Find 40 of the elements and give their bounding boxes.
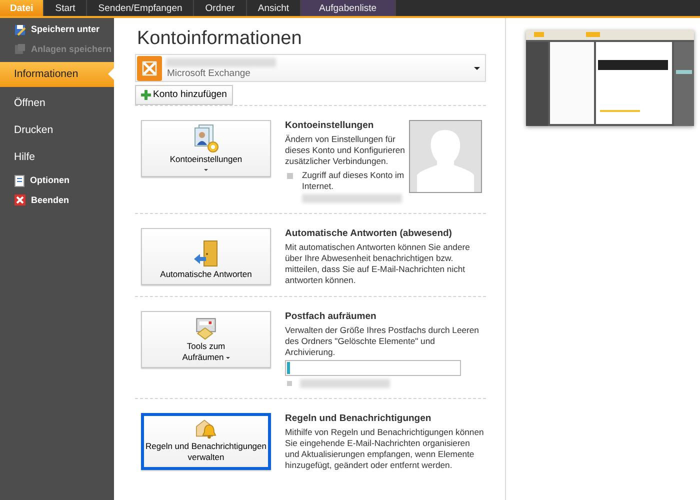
- plus-icon: [141, 90, 151, 100]
- add-account-button[interactable]: Konto hinzufügen: [135, 85, 233, 106]
- caret-icon: [204, 169, 208, 172]
- menu-item[interactable]: Optionen: [0, 171, 114, 190]
- document-icon: [14, 174, 25, 187]
- section-title: Automatische Antworten (abwesend): [285, 228, 453, 240]
- sidebar-tab[interactable]: Öffnen: [0, 90, 114, 117]
- menu-item[interactable]: Beenden: [0, 190, 114, 210]
- ribbon-tab[interactable]: Aufgabenliste: [301, 0, 396, 16]
- save-as-icon: [14, 24, 26, 36]
- bullet-icon: [287, 172, 293, 179]
- ribbon-tab[interactable]: Start: [44, 0, 88, 16]
- section-description: Ändern von Einstellungen für dieses Konto und Konfigurieren zusätzlicher Verbindungen.: [285, 134, 406, 168]
- action-button[interactable]: Kontoeinstellungen: [141, 120, 271, 178]
- attachments-icon: [14, 43, 26, 56]
- account-dropdown[interactable]: Microsoft Exchange: [135, 54, 486, 82]
- page-title: Kontoinformationen: [137, 27, 303, 51]
- bullet-text: Zugriff auf dieses Konto im Internet.: [302, 170, 406, 192]
- section-description: Mithilfe von Regeln und Benachrichtigungen können Sie eingehende E-Mail-Nachrichten organisieren und Aktualisierungen empfangen, wenn Elemente hinzugefügt, geändert oder entfernt werden.: [285, 426, 485, 471]
- section-title: Postfach aufräumen: [285, 311, 378, 322]
- section-description: Verwalten der Größe Ihres Postfachs durch Leeren des Ordners "Gelöschte Elemente" und Archivierung.: [285, 325, 480, 358]
- sidebar-tab[interactable]: Hilfe: [0, 144, 114, 171]
- account-type: Microsoft Exchange: [167, 66, 250, 81]
- action-button[interactable]: Regeln und Benachrichtigungen verwalten: [141, 412, 271, 470]
- pointer-icon: [108, 68, 114, 80]
- section-description: Mit automatischen Antworten können Sie andere über Ihre Abwesenheit benachrichtigen bzw. mitteilen, dass Sie auf E-Mail-Nachrichten nicht antworten können.: [285, 242, 471, 286]
- section-title: Regeln und Benachrichtigungen: [285, 412, 432, 424]
- dropdown-caret-icon: [474, 66, 480, 70]
- ribbon-tab[interactable]: Senden/Empfangen: [87, 0, 194, 16]
- exchange-icon: [137, 56, 162, 80]
- action-button[interactable]: Tools zum Aufräumen: [141, 311, 271, 368]
- close-icon: [14, 194, 26, 206]
- sidebar-tab[interactable]: Informationen: [0, 62, 114, 87]
- menu-item[interactable]: Speichern unter: [0, 20, 114, 40]
- bullet-icon: [287, 380, 292, 386]
- ribbon-tab[interactable]: Ordner: [194, 0, 247, 16]
- action-button[interactable]: Automatische Antworten: [141, 228, 271, 286]
- section-title: Kontoeinstellungen: [285, 120, 375, 132]
- caret-icon: [226, 357, 230, 359]
- sidebar-tab[interactable]: Drucken: [0, 117, 114, 144]
